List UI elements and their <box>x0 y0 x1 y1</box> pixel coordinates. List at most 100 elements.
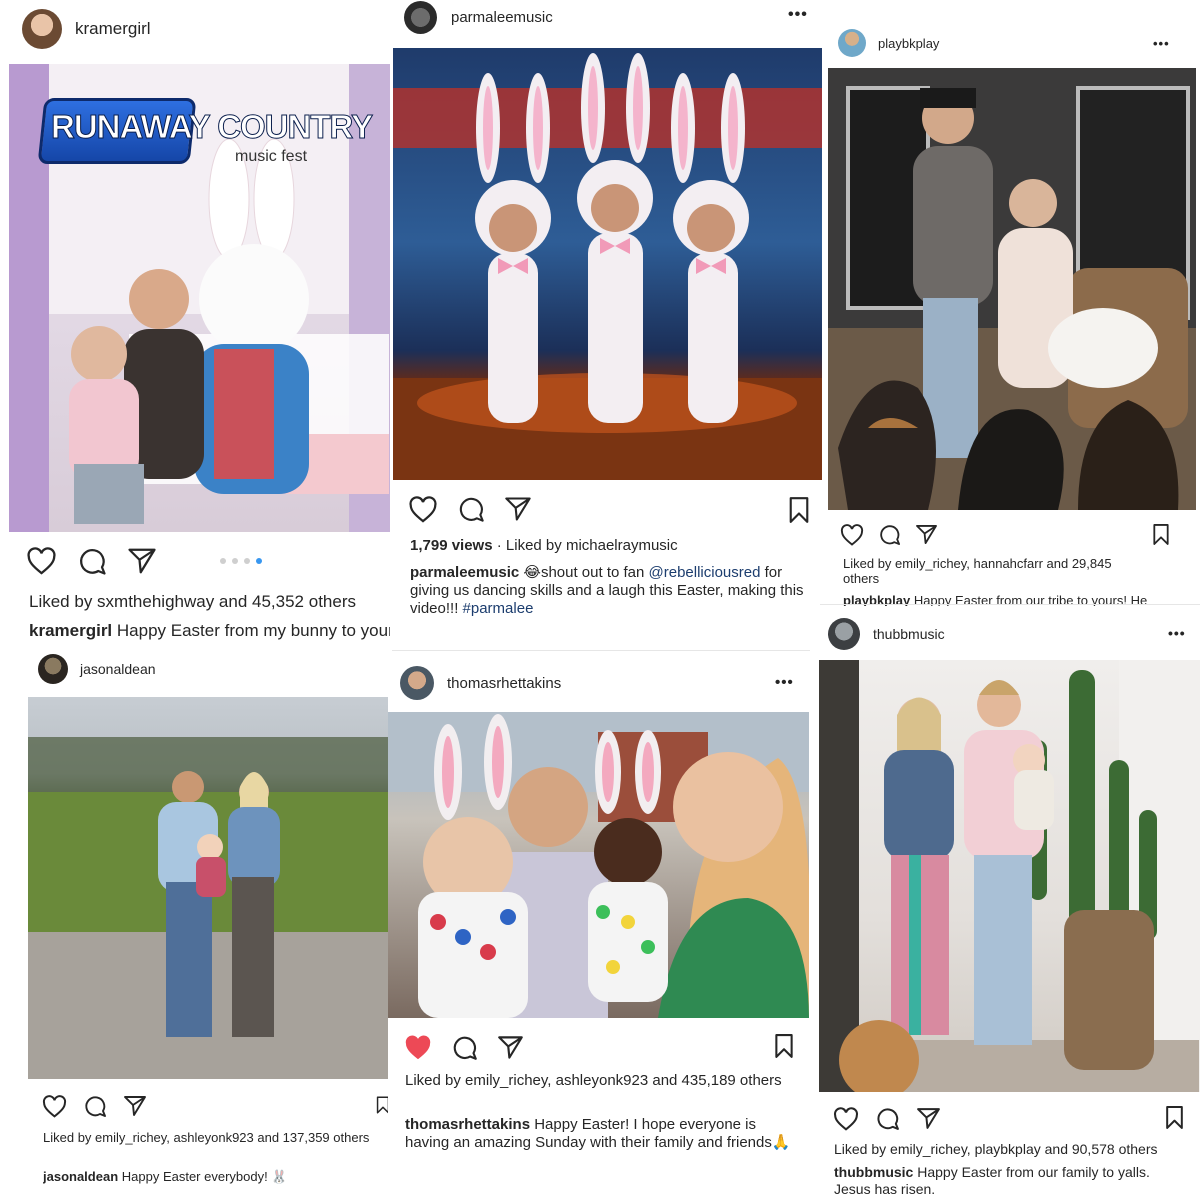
post-username[interactable]: jasonaldean <box>80 661 156 677</box>
heart-icon[interactable] <box>26 547 57 575</box>
carousel-dot <box>244 558 250 564</box>
more-options-icon[interactable]: ••• <box>1168 625 1186 641</box>
caption-username[interactable]: jasonaldean <box>43 1169 118 1184</box>
post-parmaleemusic: parmaleemusic ••• 1,799 views · Liked by… <box>390 0 822 650</box>
caption-emoji: 😂 <box>523 564 541 581</box>
post-actions <box>404 1034 524 1061</box>
avatar[interactable] <box>38 654 68 684</box>
caption-username[interactable]: thubbmusic <box>834 1164 913 1180</box>
liked-by-text[interactable]: · Liked by michaelraymusic <box>493 537 678 554</box>
likes-text[interactable]: Liked by emily_richey, ashleyonk923 and … <box>43 1130 388 1146</box>
views-row: 1,799 views · Liked by michaelraymusic <box>410 537 678 555</box>
more-options-icon[interactable]: ••• <box>788 6 808 24</box>
post-username[interactable]: kramergirl <box>75 19 151 39</box>
post-photo[interactable] <box>28 697 390 1079</box>
post-photo[interactable]: RUNAWAY COUNTRY music fest <box>9 64 392 532</box>
avatar[interactable] <box>404 0 437 34</box>
comment-icon[interactable] <box>77 546 107 576</box>
post-photo[interactable] <box>388 712 809 1018</box>
share-icon[interactable] <box>916 1107 941 1130</box>
comment-icon[interactable] <box>83 1094 107 1118</box>
comment-icon[interactable] <box>451 1034 478 1061</box>
caption-username[interactable]: thomasrhettakins <box>405 1116 530 1133</box>
share-icon[interactable] <box>915 524 938 545</box>
share-icon[interactable] <box>127 547 157 575</box>
caption-text: Happy Easter everybody! 🐰 <box>118 1169 288 1184</box>
heart-icon[interactable] <box>840 523 864 546</box>
couple-with-dogs-photo <box>828 68 1196 510</box>
carousel-dot <box>220 558 226 564</box>
post-caption: thubbmusic Happy Easter from our family … <box>834 1164 1186 1198</box>
post-jasonaldean: jasonaldean Liked by emily_richey, ashle… <box>26 650 392 1200</box>
likes-text[interactable]: Liked by emily_richey, playbkplay and 90… <box>834 1141 1198 1158</box>
avatar[interactable] <box>828 618 860 650</box>
post-caption: thomasrhettakins Happy Easter! I hope ev… <box>405 1116 795 1152</box>
share-icon[interactable] <box>504 496 532 522</box>
logo-subtext: music fest <box>235 148 308 165</box>
post-username[interactable]: thomasrhettakins <box>447 675 561 692</box>
views-count[interactable]: 1,799 views <box>410 537 493 554</box>
post-header: thomasrhettakins <box>400 664 810 702</box>
family-porch-photo <box>819 660 1200 1092</box>
heart-icon[interactable] <box>408 495 438 523</box>
post-actions <box>840 523 938 546</box>
bookmark-icon[interactable] <box>788 497 810 523</box>
likes-text[interactable]: Liked by sxmthehighway and 45,352 others <box>29 592 356 612</box>
post-username[interactable]: playbkplay <box>878 36 939 51</box>
post-kramergirl: kramergirl RUNAWAY COUNTRY music fest Li… <box>0 0 392 650</box>
avatar[interactable] <box>22 9 62 49</box>
post-username[interactable]: thubbmusic <box>873 626 945 642</box>
carousel-dot <box>232 558 238 564</box>
post-caption: kramergirl Happy Easter from my bunny to… <box>29 621 392 641</box>
heart-icon[interactable] <box>833 1106 859 1131</box>
post-header: thubbmusic <box>828 616 1200 652</box>
bookmark-icon[interactable] <box>774 1034 794 1058</box>
heart-icon[interactable] <box>42 1094 67 1118</box>
dancing-bunnies-video <box>393 53 822 480</box>
divider <box>392 650 810 651</box>
post-actions <box>42 1094 147 1118</box>
likes-text[interactable]: Liked by emily_richey, hannahcfarr and 2… <box>843 556 1123 586</box>
runaway-country-logo: RUNAWAY COUNTRY music fest <box>37 92 374 165</box>
caption-text: shout out to fan <box>540 564 649 581</box>
post-photo[interactable] <box>819 660 1200 1092</box>
comment-icon[interactable] <box>875 1106 900 1131</box>
share-icon[interactable] <box>497 1035 524 1060</box>
family-patio-photo <box>28 737 390 1079</box>
post-header: jasonaldean <box>38 652 392 686</box>
post-header: kramergirl <box>22 6 392 52</box>
comment-icon[interactable] <box>878 523 901 546</box>
post-actions <box>408 495 532 523</box>
heart-icon-liked[interactable] <box>404 1035 432 1060</box>
bookmark-icon[interactable] <box>1152 524 1170 545</box>
caption-mention[interactable]: @rebelliciousred <box>649 564 761 581</box>
more-options-icon[interactable]: ••• <box>1153 36 1170 51</box>
post-actions <box>833 1106 941 1131</box>
carousel-dot-active <box>256 558 262 564</box>
post-photo[interactable] <box>393 48 822 480</box>
bookmark-icon[interactable] <box>1165 1106 1184 1129</box>
caption-username[interactable]: kramergirl <box>29 621 112 640</box>
divider <box>820 604 1200 605</box>
caption-hashtag[interactable]: #parmalee <box>463 600 534 617</box>
post-actions <box>26 546 157 576</box>
likes-text[interactable]: Liked by emily_richey, ashleyonk923 and … <box>405 1072 790 1090</box>
logo-text: RUNAWAY COUNTRY <box>50 108 373 146</box>
post-thubbmusic: thubbmusic ••• Liked by emily_richey, pl… <box>816 612 1200 1200</box>
caption-username[interactable]: parmaleemusic <box>410 564 519 581</box>
post-header: playbkplay <box>838 24 1200 62</box>
post-thomasrhettakins: thomasrhettakins ••• Liked by emily_rich… <box>388 660 810 1200</box>
comment-icon[interactable] <box>457 495 485 523</box>
post-caption: parmaleemusic 😂shout out to fan @rebelli… <box>410 564 810 618</box>
avatar[interactable] <box>400 666 434 700</box>
post-caption: jasonaldean Happy Easter everybody! 🐰 <box>43 1169 388 1185</box>
post-playbkplay: playbkplay ••• Liked by emily_richey, ha… <box>826 24 1200 608</box>
more-options-icon[interactable]: ••• <box>775 674 794 691</box>
carousel-dots <box>220 558 262 564</box>
post-header: parmaleemusic <box>404 0 822 34</box>
share-icon[interactable] <box>123 1095 147 1117</box>
avatar[interactable] <box>838 29 866 57</box>
caption-text: Happy Easter from my bunny to yours! <box>112 621 392 640</box>
post-photo[interactable] <box>828 68 1196 510</box>
post-username[interactable]: parmaleemusic <box>451 9 553 26</box>
